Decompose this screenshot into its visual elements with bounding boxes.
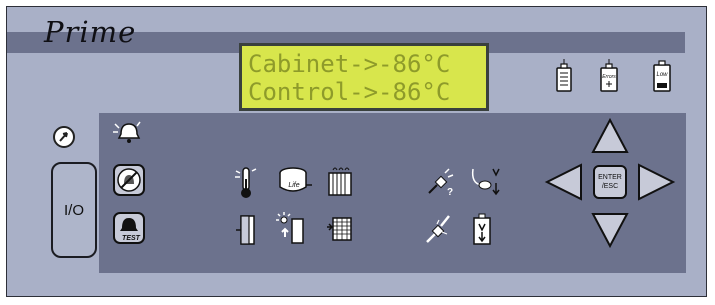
mute-alarm-button[interactable] bbox=[113, 164, 145, 196]
battery-low-icon: Low bbox=[651, 59, 673, 93]
control-panel: Prime Cabinet->-86°C Control->-86°C Erro… bbox=[6, 6, 707, 297]
battery-error-icon: Errors bbox=[598, 59, 620, 93]
backup-battery-icon[interactable] bbox=[469, 212, 495, 246]
left-arrow-button[interactable] bbox=[544, 162, 584, 202]
door-icon[interactable] bbox=[233, 212, 259, 246]
alarm-bell-icon bbox=[112, 118, 144, 148]
alarm-test-button[interactable]: TEST bbox=[113, 212, 145, 244]
broken-wire-icon[interactable] bbox=[423, 212, 453, 246]
probe-icon[interactable] bbox=[469, 165, 503, 199]
enter-esc-button[interactable]: ENTER /ESC bbox=[593, 165, 627, 199]
power-button[interactable]: I/O bbox=[51, 162, 97, 258]
svg-text:TEST: TEST bbox=[122, 235, 141, 242]
svg-text:Errors: Errors bbox=[602, 74, 616, 80]
enter-label: ENTER bbox=[598, 174, 622, 181]
lcd-line-control: Control->-86°C bbox=[248, 78, 451, 106]
filter-icon[interactable] bbox=[325, 212, 355, 244]
power-failure-icon[interactable]: ? bbox=[423, 165, 457, 199]
bell-mute-icon bbox=[117, 168, 141, 192]
bell-test-icon: TEST bbox=[120, 218, 141, 242]
battery-icon bbox=[553, 59, 575, 93]
svg-text:?: ? bbox=[447, 187, 453, 198]
compressor-life-icon[interactable]: Life bbox=[277, 165, 313, 197]
condenser-coil-icon[interactable] bbox=[325, 165, 355, 197]
up-arrow-button[interactable] bbox=[590, 117, 630, 155]
brand-logo: Prime bbox=[44, 15, 137, 49]
svg-text:Life: Life bbox=[288, 182, 299, 189]
power-button-label: I/O bbox=[63, 201, 84, 219]
down-arrow-button[interactable] bbox=[590, 211, 630, 249]
lcd-display: Cabinet->-86°C Control->-86°C bbox=[239, 43, 489, 111]
ambient-temperature-icon[interactable] bbox=[275, 211, 309, 245]
svg-text:Low: Low bbox=[656, 72, 668, 78]
standby-icon bbox=[52, 125, 76, 149]
esc-label: /ESC bbox=[601, 183, 619, 190]
lcd-line-cabinet: Cabinet->-86°C bbox=[248, 50, 451, 78]
thermometer-icon[interactable] bbox=[233, 165, 259, 199]
right-arrow-button[interactable] bbox=[636, 162, 676, 202]
